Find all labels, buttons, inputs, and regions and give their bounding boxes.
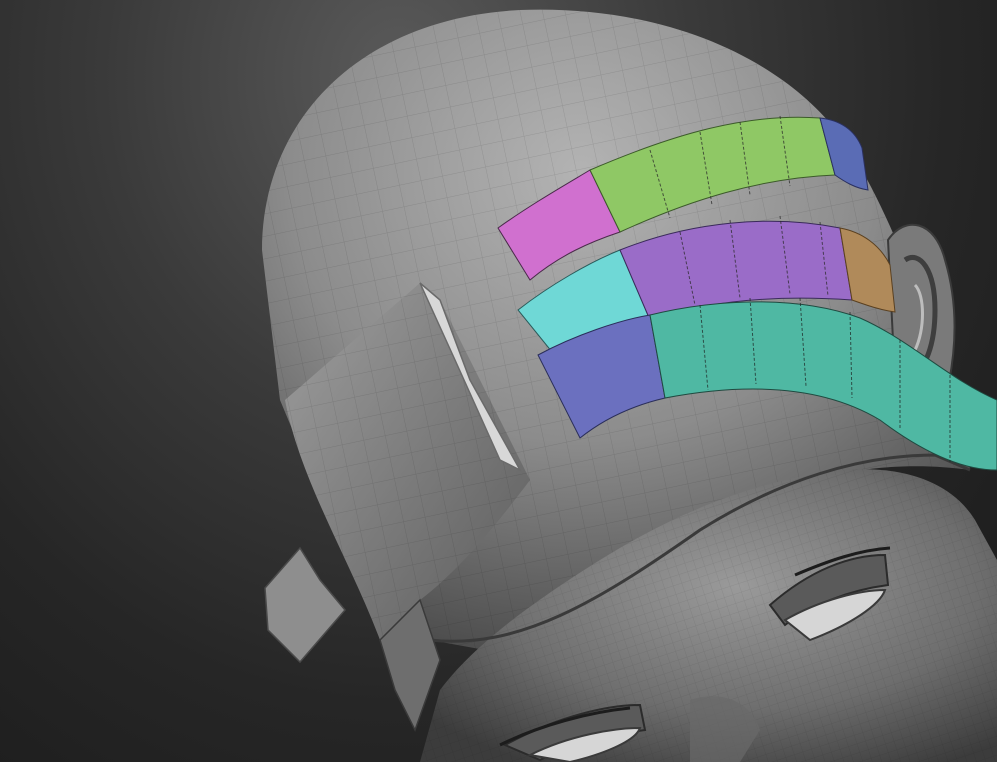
zbrush-viewport[interactable] [0,0,997,762]
hair-tuft-left [264,546,346,664]
sculpt-canvas[interactable] [0,0,997,762]
